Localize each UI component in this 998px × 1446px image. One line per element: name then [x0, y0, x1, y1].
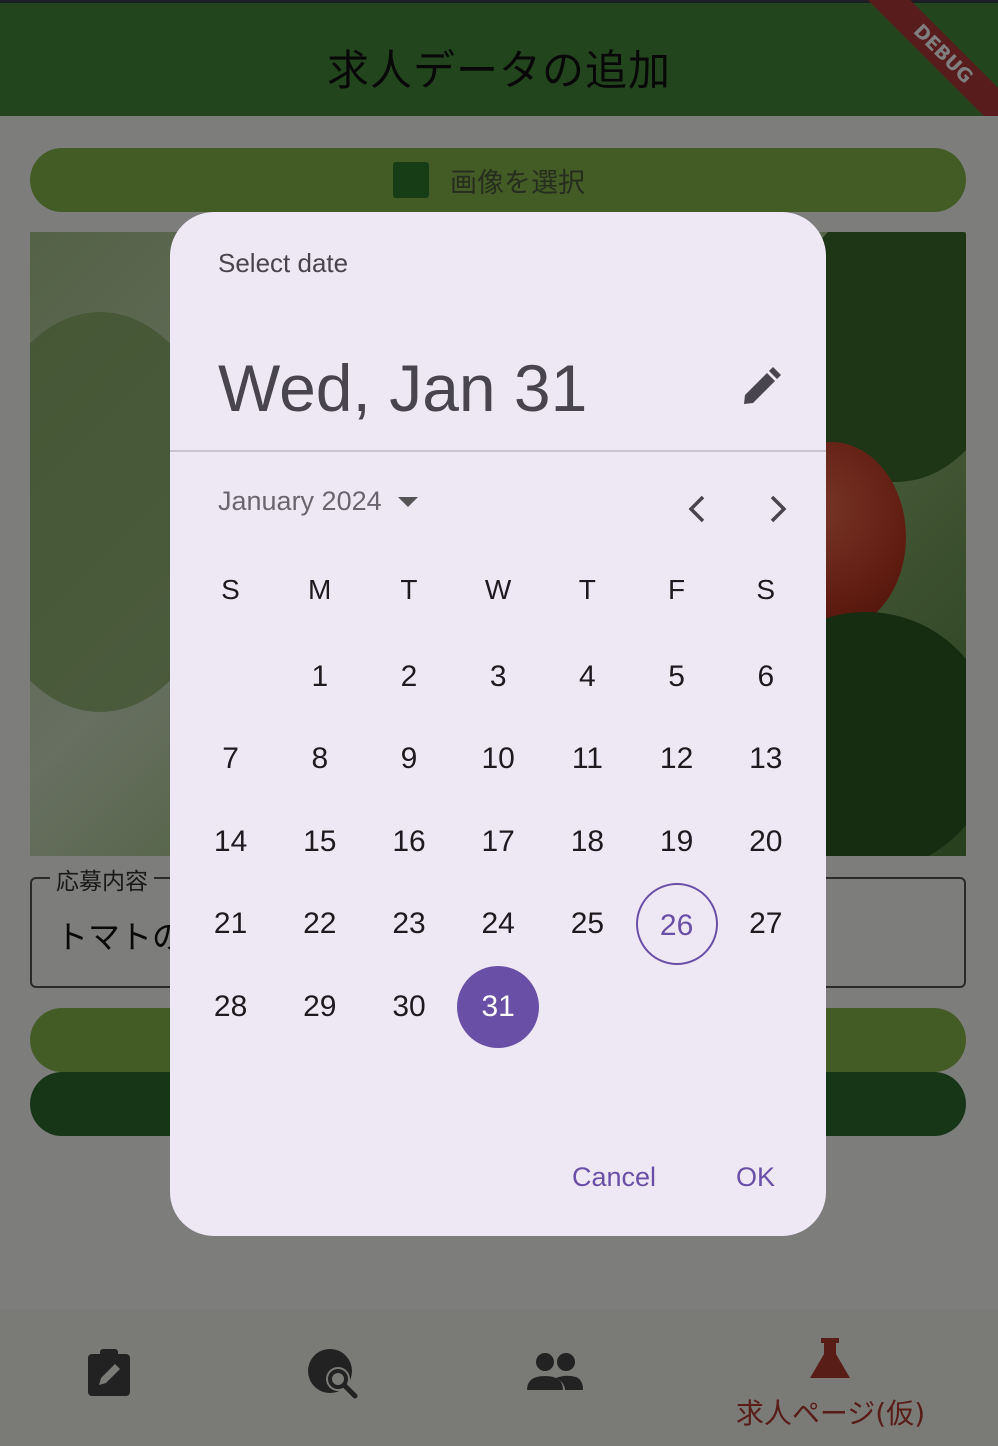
selected-day[interactable]: 31: [457, 965, 540, 1048]
weekday-header: S: [221, 574, 240, 605]
weekday-header: T: [400, 574, 418, 605]
calendar-day[interactable]: 17: [457, 801, 539, 883]
weekday-header: F: [667, 574, 686, 605]
calendar-day[interactable]: 22: [279, 883, 361, 965]
calendar-day[interactable]: 29: [279, 966, 361, 1048]
chevron-right-icon: [770, 495, 787, 523]
calendar-day[interactable]: 9: [368, 718, 450, 800]
calendar-day[interactable]: 28: [190, 966, 272, 1048]
calendar-day[interactable]: 25: [546, 883, 628, 965]
month-year-selector[interactable]: January 2024: [218, 486, 418, 517]
weekday-header: M: [308, 574, 332, 605]
previous-month-button[interactable]: [673, 484, 723, 534]
calendar-day[interactable]: 30: [368, 966, 450, 1048]
calendar-day[interactable]: 8: [279, 718, 361, 800]
calendar-day[interactable]: 2: [368, 636, 450, 718]
calendar-day[interactable]: 18: [546, 801, 628, 883]
date-picker-help-text: Select date: [218, 248, 349, 278]
switch-to-input-button[interactable]: [730, 358, 790, 418]
calendar-day[interactable]: 21: [190, 883, 272, 965]
calendar-day[interactable]: 24: [457, 883, 539, 965]
calendar-day[interactable]: 27: [725, 883, 807, 965]
calendar-day[interactable]: 13: [725, 718, 807, 800]
calendar-day[interactable]: 15: [279, 801, 361, 883]
calendar-day[interactable]: 6: [725, 636, 807, 718]
calendar-day[interactable]: 3: [457, 636, 539, 718]
calendar-day[interactable]: 14: [190, 801, 272, 883]
calendar-day[interactable]: 19: [636, 801, 718, 883]
calendar-day[interactable]: 12: [636, 718, 718, 800]
calendar-day[interactable]: 11: [546, 718, 628, 800]
weekday-header: W: [484, 574, 512, 605]
app-frame: 求人データの追加 DEBUG 画像を選択 応募内容 トマトの: [0, 0, 998, 1446]
header-divider: [170, 450, 826, 452]
calendar-day[interactable]: 5: [636, 636, 718, 718]
selected-date-headline: Wed, Jan 31: [218, 351, 588, 425]
today-day[interactable]: 26: [635, 883, 718, 966]
date-picker-dialog: Select date Wed, Jan 31 January 2024 S M T…: [170, 212, 826, 1236]
chevron-left-icon: [688, 495, 705, 523]
cancel-button[interactable]: Cancel: [572, 1162, 656, 1193]
weekday-header: T: [578, 574, 596, 605]
pencil-icon: [744, 367, 781, 404]
calendar-day[interactable]: 20: [725, 801, 807, 883]
calendar-day[interactable]: 4: [546, 636, 628, 718]
calendar-day[interactable]: 1: [279, 636, 361, 718]
calendar-day[interactable]: 23: [368, 883, 450, 965]
dropdown-caret-icon: [397, 496, 418, 507]
calendar-day[interactable]: 16: [368, 801, 450, 883]
month-year-label: January 2024: [218, 486, 382, 516]
weekday-header: S: [756, 574, 776, 605]
ok-button[interactable]: OK: [736, 1162, 775, 1193]
next-month-button[interactable]: [752, 484, 802, 534]
calendar-day[interactable]: 7: [190, 718, 272, 800]
calendar-day[interactable]: 10: [457, 718, 539, 800]
